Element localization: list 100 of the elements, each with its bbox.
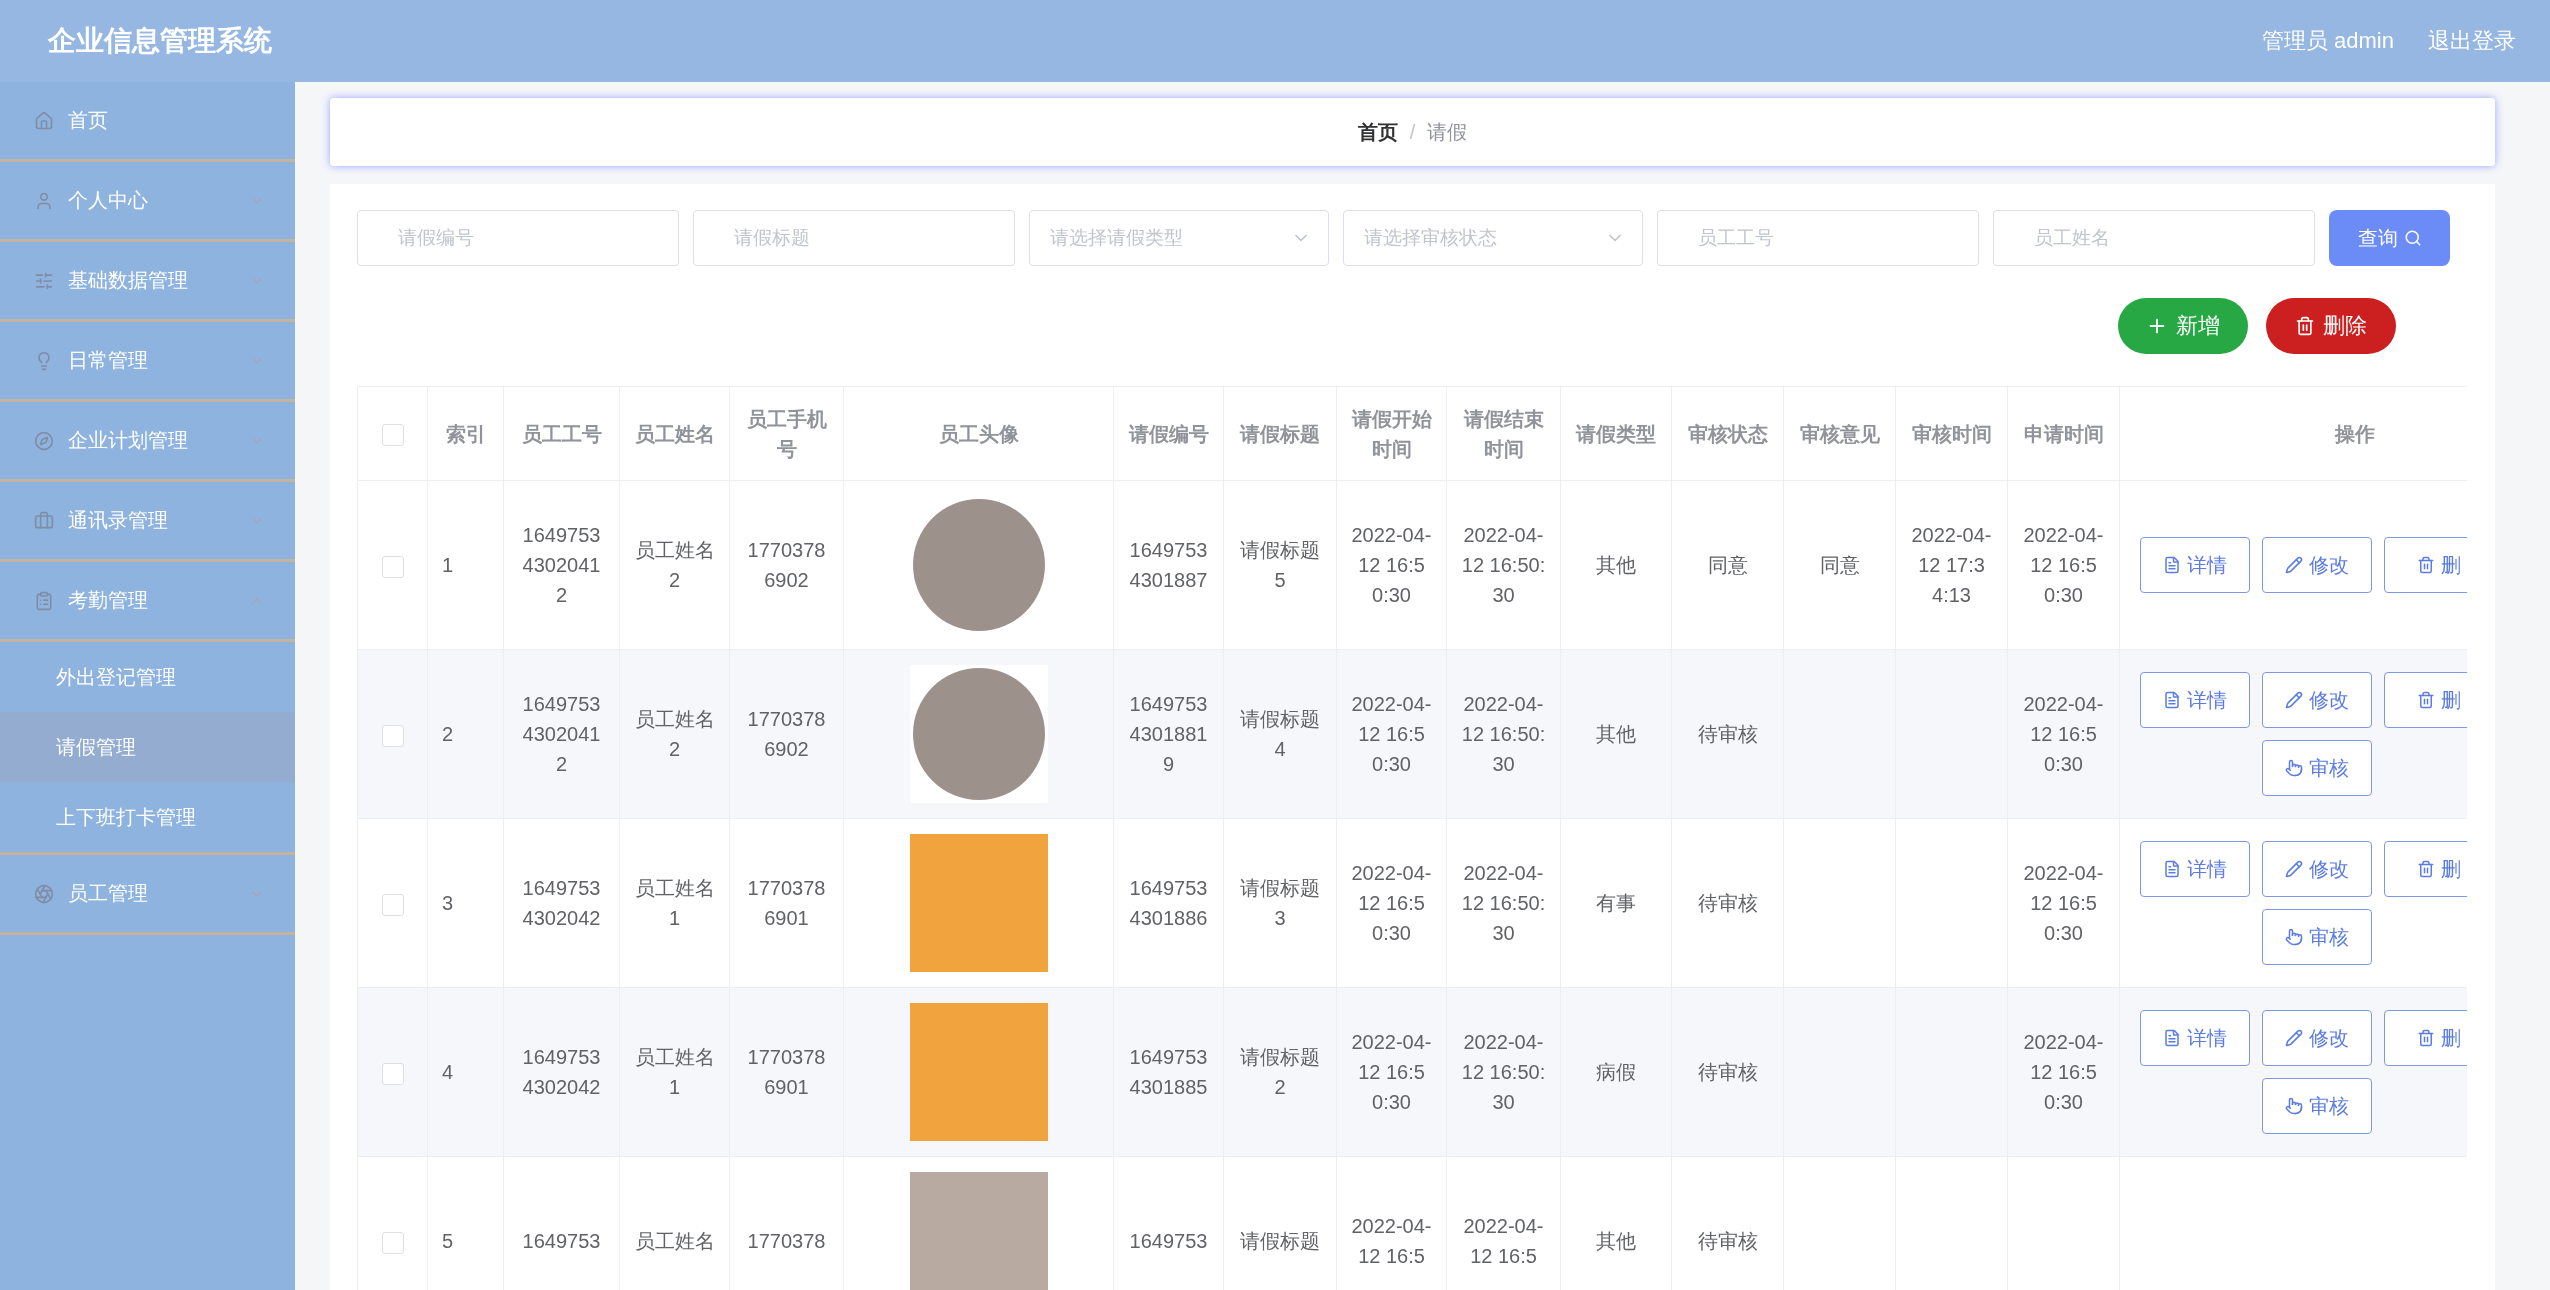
checkbox[interactable] (381, 424, 404, 447)
table-cell: 17703786902 (729, 649, 844, 819)
trash-icon (2295, 316, 2315, 336)
table-cell: 病假 (1560, 987, 1672, 1157)
detail-button[interactable]: 详情 (2140, 537, 2250, 593)
pencil-icon (2285, 860, 2303, 878)
column-header: 员工工号 (503, 386, 620, 481)
column-header: 索引 (427, 386, 504, 481)
checkbox[interactable] (381, 1231, 404, 1254)
aperture-icon (34, 883, 54, 904)
review-button[interactable]: 审核 (2262, 1078, 2372, 1134)
table-cell: 其他 (1560, 649, 1672, 819)
input-field[interactable]: 员工工号 (1657, 210, 1979, 266)
column-header: 员工姓名 (619, 386, 730, 481)
edit-button[interactable]: 修改 (2262, 1010, 2372, 1066)
trash-icon (2417, 556, 2435, 574)
submenu-item[interactable]: 请假管理 (0, 712, 295, 782)
table-cell: 待审核 (1671, 818, 1784, 988)
detail-button[interactable]: 详情 (2140, 841, 2250, 897)
search-icon (2403, 229, 2422, 247)
column-header: 操作 (2119, 386, 2467, 481)
table-cell: 16497534302042 (503, 818, 620, 988)
table-cell: 2022-04-12 16:50:30 (1446, 987, 1561, 1157)
menu-item[interactable]: 通讯录管理 (0, 482, 295, 562)
table-cell: 3 (427, 818, 504, 988)
table-cell: 2022-04-12 16:50:30 (1336, 480, 1447, 650)
table-cell: 员工姓名2 (619, 649, 730, 819)
table-cell: 2022-04-12 16:50:30 (1446, 649, 1561, 819)
select-field[interactable]: 请选择请假类型 (1029, 210, 1329, 266)
column-header: 审核意见 (1783, 386, 1896, 481)
column-header: 员工手机号 (729, 386, 844, 481)
input-field[interactable]: 请假编号 (357, 210, 679, 266)
table-cell: 4 (427, 987, 504, 1157)
document-icon (2163, 1029, 2181, 1047)
table-cell: 164975343020412 (503, 480, 620, 650)
add-button[interactable]: 新增 (2118, 298, 2248, 354)
menu-item[interactable]: 首页 (0, 82, 295, 162)
delete-button[interactable]: 删 (2384, 841, 2467, 897)
table-cell: 员工姓名1 (619, 987, 730, 1157)
table-cell: 2022-04-12 16:50:30 (2007, 649, 2120, 819)
table-cell: 2022-04-12 16:50:30 (1446, 818, 1561, 988)
checkbox[interactable] (381, 555, 404, 578)
edit-button[interactable]: 修改 (2262, 672, 2372, 728)
document-icon (2163, 556, 2181, 574)
checkbox[interactable] (381, 1062, 404, 1085)
table-cell: 员工姓名2 (619, 480, 730, 650)
edit-button[interactable]: 修改 (2262, 537, 2372, 593)
table-cell: 请假标题3 (1223, 818, 1337, 988)
logout-link[interactable]: 退出登录 (2428, 26, 2516, 56)
table-cell: 2022-04-12 16:50:30 (1446, 480, 1561, 650)
trash-icon (2417, 860, 2435, 878)
table-cell: 2022-04-12 16:50:30 (1336, 649, 1447, 819)
menu-item[interactable]: 企业计划管理 (0, 402, 295, 482)
app-title: 企业信息管理系统 (48, 24, 273, 58)
checkbox[interactable] (381, 893, 404, 916)
pencil-icon (2285, 556, 2303, 574)
breadcrumb-item[interactable]: 首页 (1357, 118, 1398, 146)
breadcrumb-item[interactable]: 请假 (1427, 118, 1468, 146)
user-label: 管理员 admin (2261, 27, 2394, 55)
table-cell: 有事 (1560, 818, 1672, 988)
table-cell: 2022-04-12 16:50:30 (1336, 818, 1447, 988)
compass-icon (34, 430, 54, 451)
detail-button[interactable]: 详情 (2140, 1010, 2250, 1066)
delete-button[interactable]: 删 (2384, 1010, 2467, 1066)
menu-item[interactable]: 日常管理 (0, 322, 295, 402)
menu-item[interactable]: 个人中心 (0, 162, 295, 242)
table-cell: 同意 (1671, 480, 1784, 650)
document-icon (2163, 691, 2181, 709)
table-cell: 164975343018819 (1113, 649, 1224, 819)
sliders-icon (34, 270, 54, 291)
column-header: 请假类型 (1560, 386, 1672, 481)
user-icon (34, 190, 54, 211)
menu-item[interactable]: 基础数据管理 (0, 242, 295, 322)
table-cell: 请假标题4 (1223, 649, 1337, 819)
trash-icon (2417, 1029, 2435, 1047)
table-cell: 待审核 (1671, 649, 1784, 819)
input-field[interactable]: 员工姓名 (1993, 210, 2315, 266)
table-cell: 同意 (1783, 480, 1896, 650)
select-field[interactable]: 请选择审核状态 (1343, 210, 1643, 266)
column-header: 员工头像 (843, 386, 1114, 481)
menu-item[interactable]: 员工管理 (0, 855, 295, 935)
delete-button[interactable]: 删除 (2266, 298, 2396, 354)
delete-button[interactable]: 删 (2384, 537, 2467, 593)
delete-button[interactable]: 删 (2384, 672, 2467, 728)
input-field[interactable]: 请假标题 (693, 210, 1015, 266)
column-header: 申请时间 (2007, 386, 2120, 481)
review-button[interactable]: 审核 (2262, 909, 2372, 965)
table-cell: 待审核 (1671, 987, 1784, 1157)
table-cell: 16497534302042 (503, 987, 620, 1157)
table-cell: 16497534301887 (1113, 480, 1224, 650)
edit-button[interactable]: 修改 (2262, 841, 2372, 897)
home-icon (34, 110, 54, 131)
column-header: 请假开始时间 (1336, 386, 1447, 481)
document-icon (2163, 860, 2181, 878)
detail-button[interactable]: 详情 (2140, 672, 2250, 728)
pencil-icon (2285, 691, 2303, 709)
search-button[interactable]: 查询 (2329, 210, 2450, 266)
pointer-icon (2285, 759, 2303, 777)
checkbox[interactable] (381, 724, 404, 747)
review-button[interactable]: 审核 (2262, 740, 2372, 796)
